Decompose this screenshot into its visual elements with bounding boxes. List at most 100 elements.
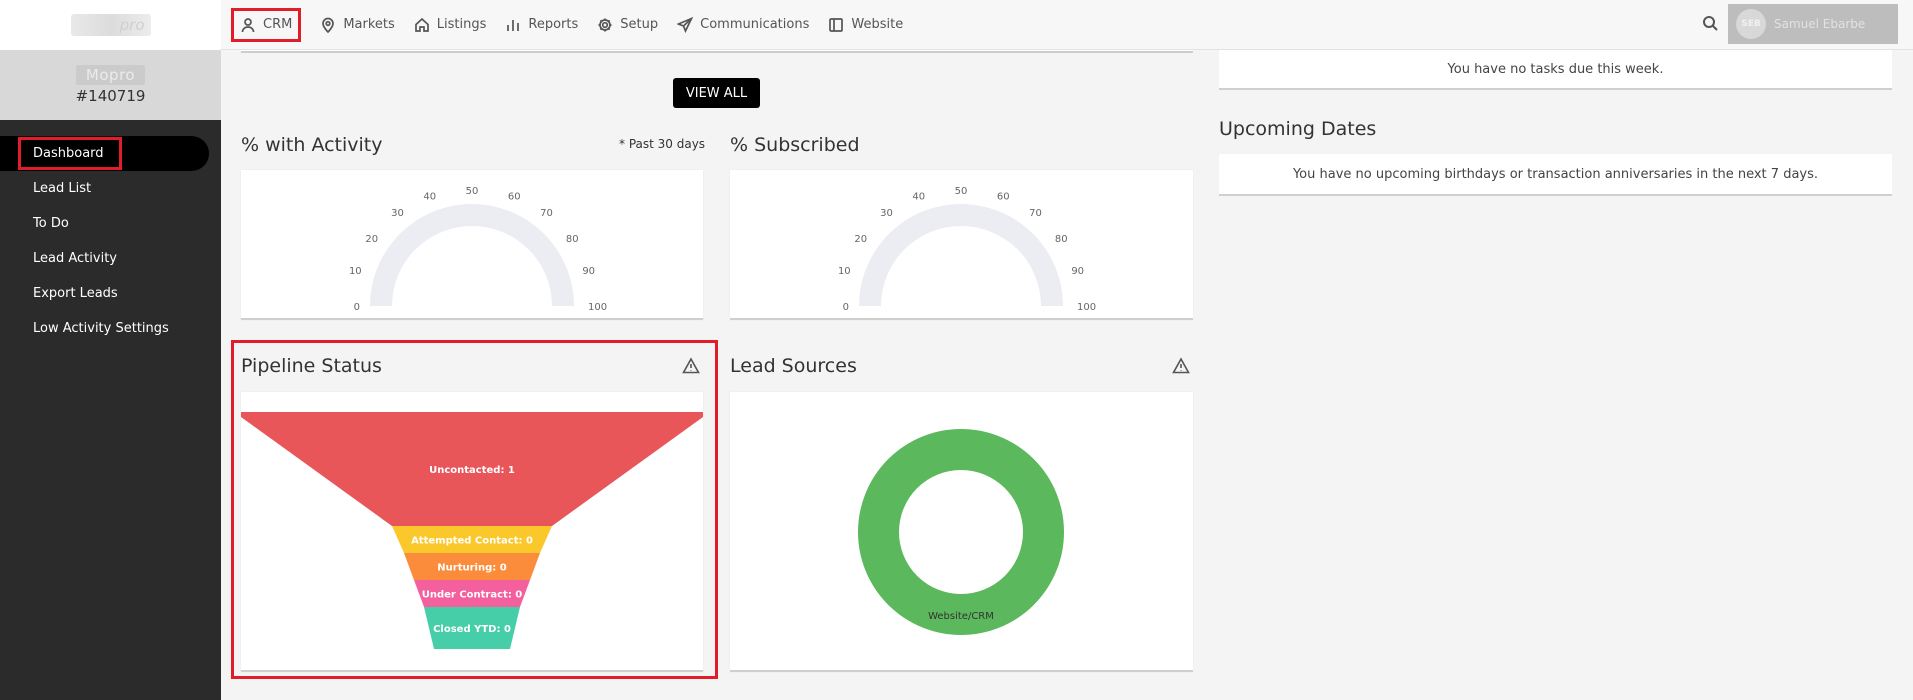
person-icon — [241, 17, 255, 32]
sidebar-nav: Dashboard Lead List To Do Lead Activity … — [0, 120, 221, 346]
sidebar-item-dashboard[interactable]: Dashboard — [0, 136, 209, 171]
funnel-label: Nurturing: 0 — [437, 563, 506, 574]
gauge-tick-label: 70 — [1029, 208, 1042, 219]
activity-gauge-card: 0 10 20 30 40 50 60 70 80 90 100 — [241, 170, 703, 320]
sidebar-item-lead-activity[interactable]: Lead Activity — [0, 241, 221, 276]
top-nav: CRM Markets Listings Reports Setup Commu… — [221, 0, 922, 50]
activity-note: * Past 30 days — [619, 137, 706, 151]
pipeline-funnel-card: Uncontacted: 1 Attempted Contact: 0 Nurtur… — [234, 392, 710, 672]
tasks-empty-message: You have no tasks due this week. — [1447, 61, 1664, 77]
funnel-label: Under Contract: 0 — [422, 590, 523, 601]
nav-crm[interactable]: CRM — [231, 7, 302, 42]
logo-image: pro — [70, 14, 151, 36]
sidebar-item-label: Low Activity Settings — [33, 321, 169, 336]
upcoming-dates-title: Upcoming Dates — [1219, 118, 1377, 140]
gauge-tick-label: 10 — [349, 266, 362, 277]
account-panel: Mopro #140719 — [0, 50, 221, 120]
gauge-tick-label: 20 — [365, 234, 378, 245]
gauge-tick-label: 40 — [912, 192, 925, 203]
gauge-tick-label: 10 — [838, 266, 851, 277]
donut-label: Website/CRM — [928, 611, 994, 622]
gauge-tick-label: 60 — [997, 192, 1010, 203]
subscribed-title: % Subscribed — [730, 134, 860, 156]
tasks-panel-bottom — [241, 50, 1193, 53]
top-navbar: CRM Markets Listings Reports Setup Commu… — [221, 0, 1913, 50]
avatar: SEB — [1736, 9, 1766, 39]
funnel-label: Uncontacted: 1 — [429, 465, 515, 476]
lead-sources-title: Lead Sources — [730, 355, 857, 377]
sidebar-item-to-do[interactable]: To Do — [0, 206, 221, 241]
funnel-label: Attempted Contact: 0 — [411, 536, 533, 547]
lead-sources-donut: Website/CRM — [858, 429, 1064, 635]
gauge-tick-label: 40 — [423, 192, 436, 203]
highlight-box — [18, 137, 122, 170]
bar-chart-icon — [507, 19, 520, 31]
lead-sources-card: Website/CRM — [730, 392, 1193, 672]
warning-icon[interactable] — [682, 357, 700, 375]
nav-label: Website — [851, 17, 904, 32]
gauge-tick-label: 50 — [955, 186, 968, 197]
warning-icon[interactable] — [1172, 357, 1190, 375]
account-id: #140719 — [75, 87, 146, 105]
gauge-tick-label: 30 — [391, 208, 404, 219]
search-icon — [1703, 16, 1718, 31]
subscribed-gauge-card: 0 10 20 30 40 50 60 70 80 90 100 — [730, 170, 1193, 320]
donut-slice[interactable] — [858, 429, 1064, 635]
sidebar-item-export-leads[interactable]: Export Leads — [0, 276, 221, 311]
gauge-tick-label: 80 — [1055, 234, 1068, 245]
nav-reports[interactable]: Reports — [505, 8, 578, 42]
nav-listings[interactable]: Listings — [414, 8, 487, 42]
nav-label: CRM — [263, 17, 293, 32]
gauge-tick-label: 0 — [843, 302, 849, 313]
sidebar: pro Mopro #140719 Dashboard Lead List To… — [0, 0, 221, 700]
gauge-tick-label: 100 — [588, 302, 607, 313]
nav-communications[interactable]: Communications — [677, 8, 809, 42]
nav-label: Markets — [343, 17, 395, 32]
nav-markets[interactable]: Markets — [320, 8, 395, 42]
gauge-track — [370, 204, 574, 306]
gauge-tick-label: 60 — [508, 192, 521, 203]
gauge-tick-label: 50 — [466, 186, 479, 197]
logo-text: pro — [119, 16, 145, 34]
sidebar-item-lead-list[interactable]: Lead List — [0, 171, 221, 206]
gauge-tick-label: 90 — [1071, 266, 1084, 277]
nav-label: Setup — [620, 17, 659, 32]
account-name: Mopro — [75, 65, 146, 85]
upcoming-dates-card: You have no upcoming birthdays or transa… — [1219, 154, 1892, 196]
pipeline-title: Pipeline Status — [241, 355, 382, 377]
gauge-tick-label: 0 — [354, 302, 360, 313]
nav-website[interactable]: Website — [828, 8, 903, 42]
sidebar-item-label: Lead List — [33, 181, 92, 196]
send-icon — [677, 16, 694, 33]
activity-title: % with Activity — [241, 134, 383, 156]
gauge-tick-label: 90 — [582, 266, 595, 277]
gauge-tick-label: 100 — [1077, 302, 1096, 313]
sidebar-item-label: Lead Activity — [33, 251, 117, 266]
map-pin-icon — [322, 17, 335, 33]
nav-label: Listings — [436, 17, 487, 32]
layout-icon — [829, 17, 844, 32]
nav-setup[interactable]: Setup — [597, 8, 658, 42]
nav-label: Communications — [700, 17, 810, 32]
upcoming-empty-message: You have no upcoming birthdays or transa… — [1292, 166, 1819, 182]
sidebar-item-low-activity-settings[interactable]: Low Activity Settings — [0, 311, 221, 346]
logo[interactable]: pro — [0, 0, 221, 50]
nav-label: Reports — [528, 17, 579, 32]
dashboard-main: VIEW ALL % with Activity * Past 30 days … — [221, 50, 1913, 700]
sidebar-item-label: To Do — [33, 216, 69, 231]
view-all-button[interactable]: VIEW ALL — [673, 78, 760, 108]
search-button[interactable] — [1702, 15, 1722, 35]
subscribed-gauge: 0 10 20 30 40 50 60 70 80 90 100 — [838, 186, 1096, 313]
gauge-tick-label: 70 — [540, 208, 553, 219]
funnel-label: Closed YTD: 0 — [433, 624, 511, 635]
home-icon — [414, 17, 429, 32]
user-menu[interactable]: SEB Samuel Ebarbe — [1728, 4, 1898, 44]
pipeline-funnel: Uncontacted: 1 Attempted Contact: 0 Nurtur… — [234, 412, 710, 649]
user-name: Samuel Ebarbe — [1774, 17, 1866, 31]
gauge-tick-label: 20 — [854, 234, 867, 245]
activity-gauge: 0 10 20 30 40 50 60 70 80 90 100 — [349, 186, 607, 313]
sidebar-item-label: Export Leads — [33, 286, 118, 301]
tasks-card: You have no tasks due this week. — [1219, 50, 1892, 90]
gauge-tick-label: 80 — [566, 234, 579, 245]
gear-icon — [598, 18, 612, 31]
